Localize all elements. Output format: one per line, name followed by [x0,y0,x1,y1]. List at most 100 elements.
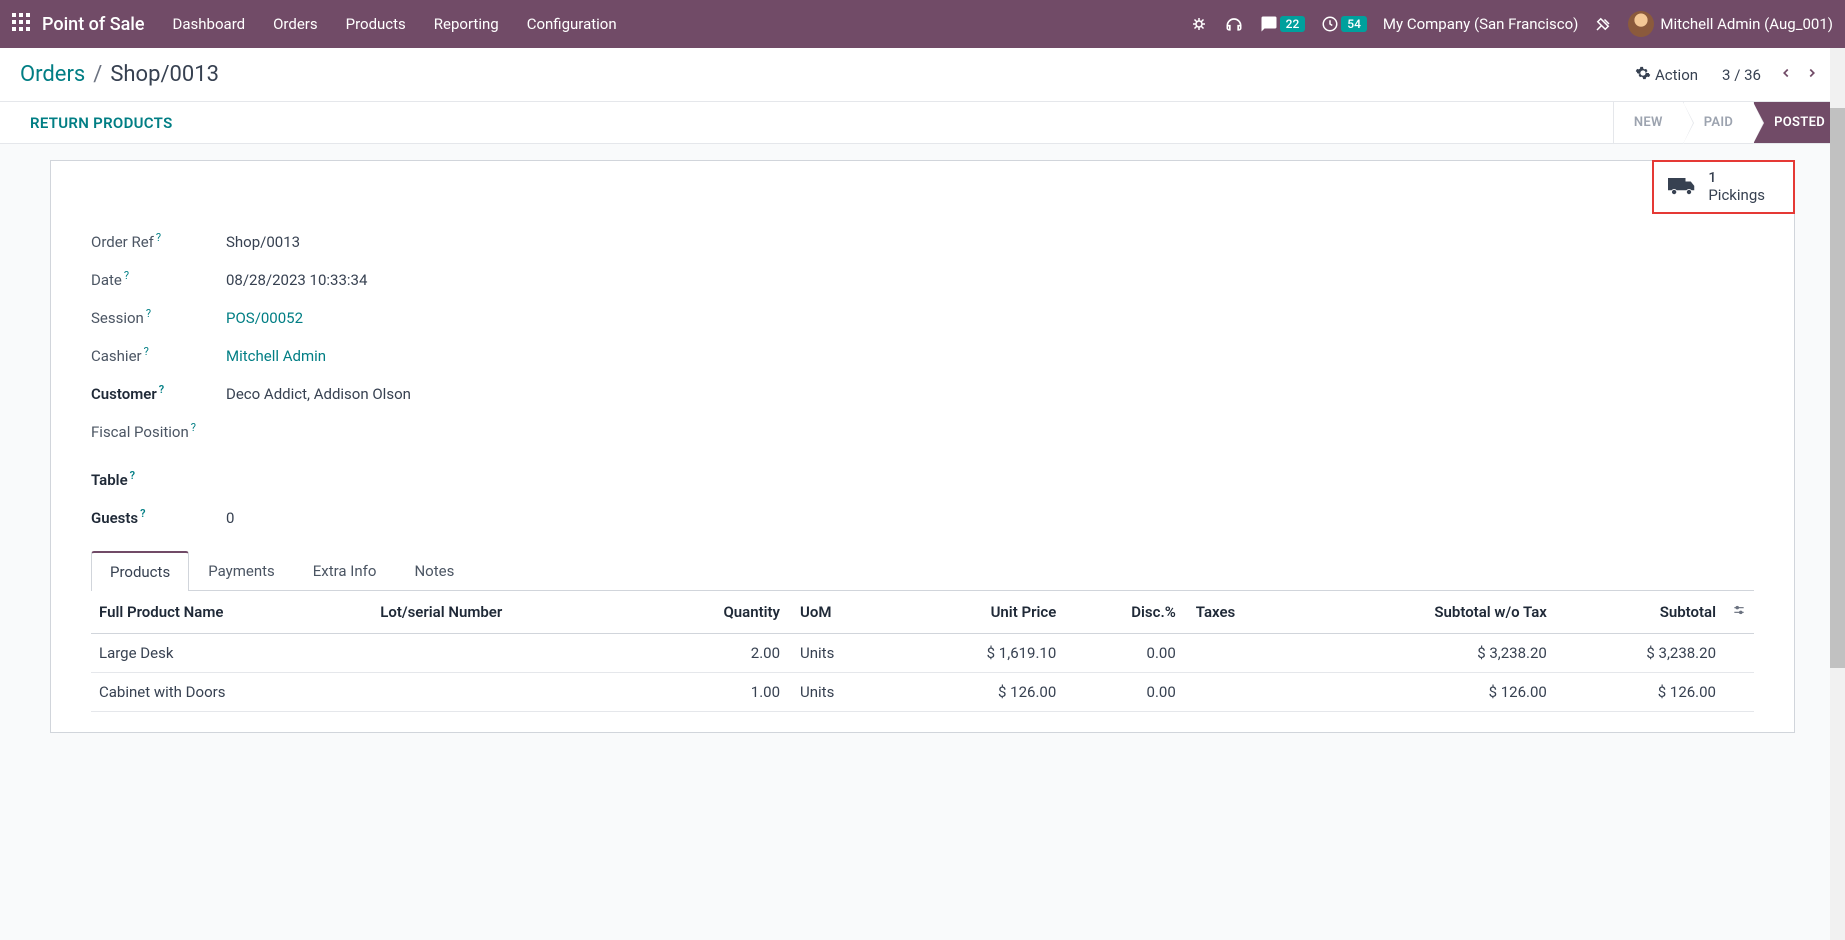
tools-icon[interactable] [1594,15,1612,33]
subheader: RETURN PRODUCTS NEW PAID POSTED [0,101,1845,144]
content-area: 1 Pickings Order Ref? Shop/0013 Date? 08… [0,144,1845,773]
activities-badge: 54 [1341,16,1367,32]
tab-notes[interactable]: Notes [395,551,473,591]
cell-product-name: Cabinet with Doors [91,673,372,712]
table-row[interactable]: Large Desk 2.00Units$ 1,619.100.00 $ 3,238… [91,634,1754,673]
pager: 3 / 36 [1722,66,1825,84]
status-bar: NEW PAID POSTED [1613,102,1845,143]
user-name: Mitchell Admin (Aug_001) [1660,15,1833,33]
col-product-name[interactable]: Full Product Name [91,591,372,634]
breadcrumb-parent[interactable]: Orders [20,62,85,87]
app-title[interactable]: Point of Sale [42,14,145,35]
help-icon[interactable]: ? [146,307,151,320]
col-subtotal[interactable]: Subtotal [1555,591,1724,634]
pickings-label: Pickings [1708,186,1765,204]
tab-extra-info[interactable]: Extra Info [294,551,396,591]
value-date: 08/28/2023 10:33:34 [226,271,367,289]
menu-products[interactable]: Products [346,15,406,33]
gear-icon [1635,65,1651,85]
cell-unit-price: $ 1,619.10 [895,634,1064,673]
menu-reporting[interactable]: Reporting [434,15,499,33]
help-icon[interactable]: ? [124,269,129,282]
help-icon[interactable]: ? [191,421,196,434]
value-order-ref: Shop/0013 [226,233,300,251]
table-settings-icon[interactable] [1724,591,1754,634]
label-order-ref: Order Ref? [91,231,226,251]
pager-next[interactable] [1799,66,1825,84]
help-icon[interactable]: ? [159,383,164,396]
cell-subtotal: $ 126.00 [1555,673,1724,712]
cell-subtotal: $ 3,238.20 [1555,634,1724,673]
breadcrumb-current: Shop/0013 [110,62,219,87]
pager-prev[interactable] [1773,66,1799,84]
col-unit-price[interactable]: Unit Price [895,591,1064,634]
messages-icon[interactable]: 22 [1260,15,1306,33]
company-switcher[interactable]: My Company (San Francisco) [1383,15,1578,33]
label-guests: Guests? [91,507,226,527]
cell-lot [372,634,645,673]
cell-taxes [1184,634,1301,673]
action-button[interactable]: Action [1635,65,1698,85]
user-menu[interactable]: Mitchell Admin (Aug_001) [1628,11,1833,37]
help-icon[interactable]: ? [130,469,135,482]
tab-products[interactable]: Products [91,551,189,591]
col-quantity[interactable]: Quantity [645,591,788,634]
cell-qty: 1.00 [645,673,788,712]
help-icon[interactable]: ? [156,231,161,244]
label-cashier: Cashier? [91,345,226,365]
messages-badge: 22 [1280,16,1306,32]
scrollbar-thumb[interactable] [1830,108,1845,668]
order-lines-table: Full Product Name Lot/serial Number Quan… [91,591,1754,712]
label-fiscal-position: Fiscal Position? [91,421,226,441]
breadcrumb: Orders / Shop/0013 Action 3 / 36 [0,48,1845,101]
cell-subtotal-wo: $ 3,238.20 [1301,634,1555,673]
form-sheet: 1 Pickings Order Ref? Shop/0013 Date? 08… [50,160,1795,733]
cell-product-name: Large Desk [91,634,372,673]
table-row[interactable]: Cabinet with Doors1.00Units$ 126.000.00$… [91,673,1754,712]
pager-current: 3 [1722,66,1730,84]
cell-subtotal-wo: $ 126.00 [1301,673,1555,712]
cell-disc: 0.00 [1064,673,1184,712]
menu-configuration[interactable]: Configuration [527,15,617,33]
avatar [1628,11,1654,37]
help-icon[interactable]: ? [144,345,149,358]
value-guests: 0 [226,509,234,527]
col-taxes[interactable]: Taxes [1184,591,1301,634]
help-icon[interactable]: ? [140,507,145,520]
support-icon[interactable] [1224,14,1244,34]
debug-icon[interactable] [1190,15,1208,33]
label-date: Date? [91,269,226,289]
menu-orders[interactable]: Orders [273,15,318,33]
value-cashier[interactable]: Mitchell Admin [226,347,326,365]
cell-uom: Units [788,673,895,712]
cell-disc: 0.00 [1064,634,1184,673]
col-disc[interactable]: Disc.% [1064,591,1184,634]
tab-payments[interactable]: Payments [189,551,294,591]
scrollbar[interactable] [1830,48,1845,940]
pickings-stat-button[interactable]: 1 Pickings [1652,160,1795,214]
pager-total: 36 [1744,66,1761,84]
value-session[interactable]: POS/00052 [226,309,303,327]
col-lot[interactable]: Lot/serial Number [372,591,645,634]
cell-unit-price: $ 126.00 [895,673,1064,712]
tabs: Products Payments Extra Info Notes [91,551,1754,591]
cell-qty: 2.00 [645,634,788,673]
return-products-button[interactable]: RETURN PRODUCTS [30,102,173,143]
breadcrumb-separator: / [93,62,102,87]
pickings-count: 1 [1708,170,1765,186]
cell-uom: Units [788,634,895,673]
activities-icon[interactable]: 54 [1321,15,1367,33]
col-subtotal-wo-tax[interactable]: Subtotal w/o Tax [1301,591,1555,634]
form-body: Order Ref? Shop/0013 Date? 08/28/2023 10… [51,161,1794,732]
menu-dashboard[interactable]: Dashboard [173,15,246,33]
cell-lot [372,673,645,712]
apps-icon[interactable] [12,13,30,35]
value-customer: Deco Addict, Addison Olson [226,385,411,403]
label-table: Table? [91,469,226,489]
topbar: Point of Sale Dashboard Orders Products … [0,0,1845,48]
cell-taxes [1184,673,1301,712]
label-session: Session? [91,307,226,327]
col-uom[interactable]: UoM [788,591,895,634]
label-customer: Customer? [91,383,226,403]
status-new[interactable]: NEW [1613,102,1683,143]
